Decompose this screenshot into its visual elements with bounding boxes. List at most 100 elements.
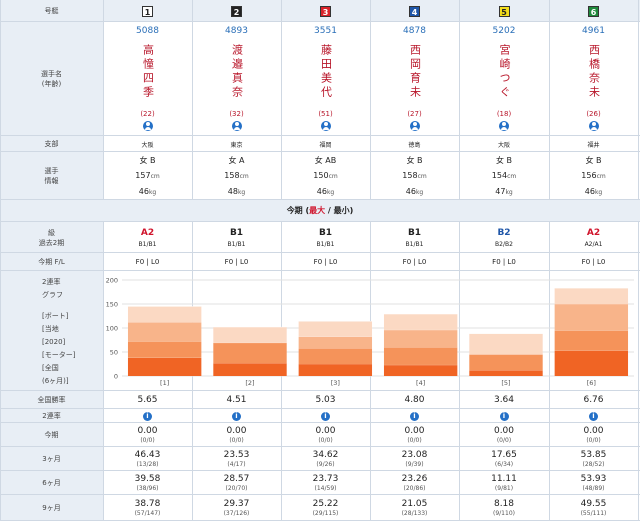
rate-m6-cell: 39.58 (38/96) [103,471,192,495]
rate-today-cell: 0.00 (0/0) [370,423,459,447]
profile-person-icon[interactable] [231,121,242,131]
height-unit: cm [596,172,606,180]
rate-m3-cell: 53.85 (28/52) [549,447,638,471]
label-branch: 支部 [44,140,59,148]
racer-past-grade: B1/B1 [405,240,424,248]
rate-today-detail: (0/0) [229,437,244,444]
profile-person-icon[interactable] [588,121,599,131]
overall-win-rate: 5.65 [137,395,158,405]
info-icon[interactable]: i [143,411,152,421]
grade-cell: B1 B1/B1 [281,222,370,253]
rate-m9-detail: (28/133) [401,510,428,517]
info-icon[interactable]: i [232,411,241,421]
bar-segment [554,288,629,304]
rate-m3-cell: 17.65 (6/34) [459,447,549,471]
lane-number-badge: 1 [142,5,153,17]
rate-m6-cell: 23.73 (14/59) [281,471,370,495]
overall-win-rate: 5.03 [315,395,336,405]
weight-value: 47 [495,186,506,196]
racer-age: (32) [229,110,244,118]
grade-cell: B2 B2/B2 [459,222,549,253]
racer-name-link[interactable]: 西橋奈未 [585,42,603,102]
racer-name-link[interactable]: 宮崎つぐ [495,42,513,102]
x-tick-label: [1] [160,379,169,387]
rate-m9-detail: (9/110) [493,510,515,517]
col-divider [638,0,639,200]
racer-name-link[interactable]: 藤田美代 [317,42,335,102]
profile-person-icon[interactable] [409,121,420,131]
profile-person-icon[interactable] [499,121,509,131]
rate-m3-value: 23.08 [401,450,428,460]
racer-weight: 48kg [228,184,245,200]
rate-m3-detail: (4/17) [227,461,246,468]
racer-height: 157cm [135,168,159,184]
x-tick-label: [5] [501,379,510,387]
info-icon[interactable]: i [589,411,598,421]
racer-grade: A2 [140,227,155,238]
rate2-info-cell: i [103,409,192,423]
rate-m6-detail: (48/89) [582,485,605,492]
racer-sex-class: 女 B [585,155,602,165]
x-tick-label: [4] [416,379,425,387]
height-value: 154 [491,170,508,180]
section-title-pre: 今期 ( [286,206,310,215]
racer-id-link[interactable]: 4893 [225,26,248,36]
racer-height: 158cm [224,168,248,184]
racer-name-link[interactable]: 西岡育未 [406,42,424,102]
racer-weight: 46kg [585,184,602,200]
racer-id-link[interactable]: 4878 [403,26,426,36]
y-tick-label: 0 [114,373,118,381]
racer-sex-class: 女 B [495,155,513,165]
rate-m6-cell: 53.93 (48/89) [549,471,638,495]
branch-cell: 大阪 [103,136,192,152]
racer-past-grade: B1/B1 [138,240,157,248]
height-value: 157 [135,170,151,180]
racer-weight: 46kg [139,184,156,200]
bar-segment [127,341,202,358]
lane-cell: 2 [192,0,281,22]
info-icon[interactable]: i [321,411,330,421]
racer-name-link[interactable]: 渡邉真奈 [228,42,246,102]
info-icon[interactable]: i [499,411,509,421]
rate-today-cell: 0.00 (0/0) [549,423,638,447]
profile-person-icon[interactable] [142,121,153,131]
fl-cell: F0 | L0 [281,253,370,271]
racer-id-link[interactable]: 5202 [493,26,516,36]
legend-label: [全国 [42,364,59,372]
height-unit: cm [417,172,427,180]
rate-m6-cell: 28.57 (20/70) [192,471,281,495]
bar-segment [213,327,287,343]
rate-m3-detail: (6/34) [494,461,514,468]
racer-name-link[interactable]: 高憧四季 [139,42,157,102]
racer-id-link[interactable]: 5088 [136,26,159,36]
rate-today-cell: 0.00 (0/0) [459,423,549,447]
lane-cell: 3 [281,0,370,22]
label-graph: 2連率 グラフ [ボート] [当地 [2020] [モーター] [全国 (6ヶ月)] [0,276,103,385]
info-icon[interactable]: i [410,411,419,421]
bar-segment [469,333,543,355]
racer-weight: 47kg [495,184,512,200]
lane-number-badge: 3 [320,5,331,17]
racer-id-link[interactable]: 4961 [582,26,605,36]
overall-rate-cell: 4.51 [192,391,281,409]
racer-fl: F0 | L0 [402,258,427,266]
rate-m9-detail: (29/115) [312,510,339,517]
rate-today-detail: (0/0) [140,437,155,444]
racer-weight: 46kg [317,184,334,200]
x-tick-label: [2] [245,379,254,387]
rate-m9-value: 29.37 [223,499,250,509]
bar-segment [213,363,287,376]
overall-rate-cell: 5.65 [103,391,192,409]
overall-win-rate: 3.64 [493,395,515,405]
racer-past-grade: B2/B2 [495,240,513,248]
racer-age: (27) [407,110,422,118]
profile-person-icon[interactable] [320,121,331,131]
rate-m6-value: 23.26 [401,474,428,484]
legend-label: [当地 [42,325,59,333]
racer-weight: 46kg [406,184,423,200]
rate-today-cell: 0.00 (0/0) [281,423,370,447]
racer-id-link[interactable]: 3551 [314,26,337,36]
section-title-post: ) [349,206,354,215]
rate-m9-detail: (55/111) [580,510,607,517]
legend-label: (6ヶ月)] [42,377,69,385]
